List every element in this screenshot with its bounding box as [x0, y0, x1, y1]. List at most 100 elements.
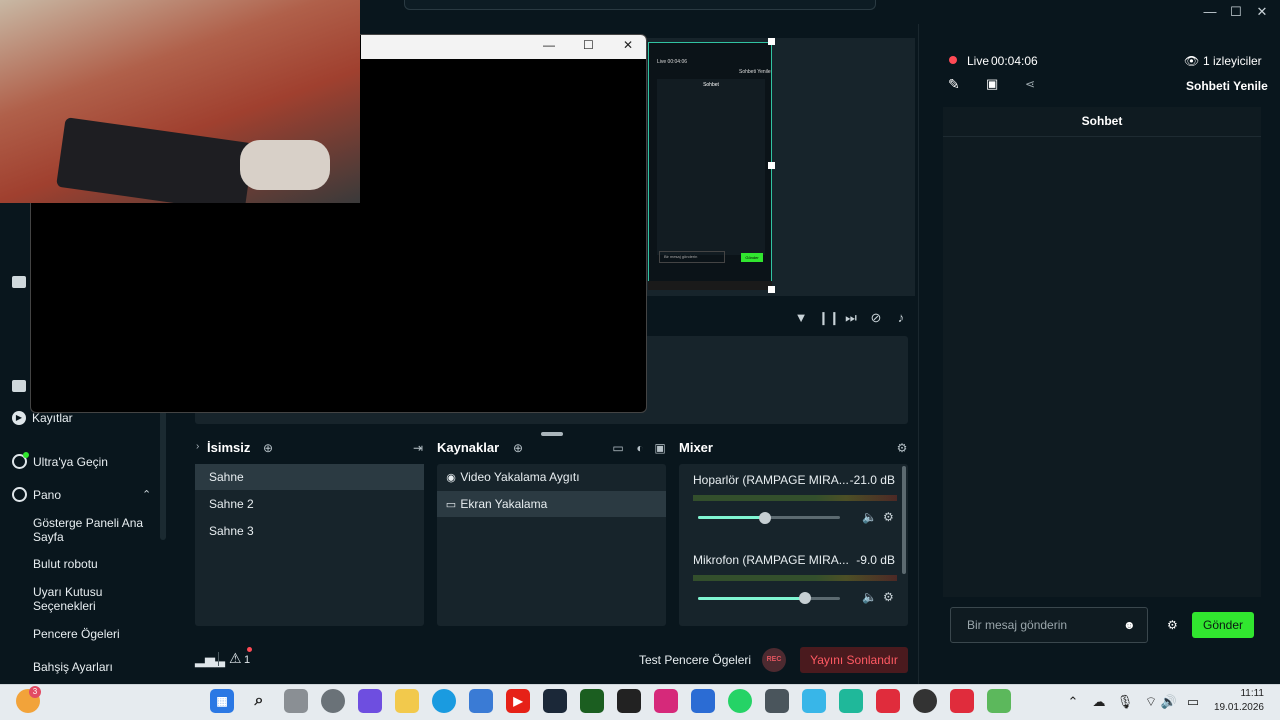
mixer-settings-gear-icon[interactable]: ⚙ — [894, 440, 910, 456]
send-button[interactable]: Gönder — [1192, 612, 1254, 638]
obs-icon[interactable] — [913, 689, 937, 713]
wifi-icon[interactable]: ⌔ — [1142, 694, 1160, 710]
edit-stream-info-icon[interactable]: ✎ — [948, 76, 960, 93]
popup-minimize-button[interactable]: — — [543, 38, 555, 52]
battery-icon[interactable]: ▭ — [1184, 694, 1202, 710]
task-view-icon[interactable] — [284, 689, 308, 713]
store-icon[interactable] — [12, 276, 26, 288]
sidebar-subitem-widgets[interactable]: Pencere Ögeleri — [33, 627, 153, 641]
minecraft-icon[interactable] — [987, 689, 1011, 713]
microphone-icon[interactable]: 🎙 — [1116, 694, 1134, 710]
camera-icon[interactable] — [765, 689, 789, 713]
source-hide-icon[interactable]: ◐ — [632, 440, 648, 456]
source-label: Video Yakalama Aygıtı — [460, 470, 580, 484]
sidebar-subitem-cloudbot[interactable]: Bulut robotu — [33, 557, 153, 571]
resize-handle[interactable] — [768, 162, 775, 169]
app-red-2-icon[interactable] — [950, 689, 974, 713]
instagram-icon[interactable] — [654, 689, 678, 713]
resize-handle[interactable] — [768, 286, 775, 293]
file-explorer-icon[interactable] — [395, 689, 419, 713]
search-icon[interactable]: ⌕ — [247, 689, 271, 713]
sidebar-subitem-alertbox[interactable]: Uyarı Kutusu Seçenekleri — [33, 585, 153, 613]
sidebar-subitem-tip-settings[interactable]: Bahşiş Ayarları — [33, 660, 153, 674]
sidebar-subitem-dashboard-home[interactable]: Gösterge Paneli Ana Sayfa — [33, 516, 153, 544]
scenes-title[interactable]: İsimsiz — [207, 440, 250, 455]
rec-button[interactable]: REC — [762, 648, 786, 672]
copilot-icon[interactable] — [358, 689, 382, 713]
outlook-icon[interactable] — [691, 689, 715, 713]
clock-date[interactable]: 19.01.2026 — [1208, 702, 1264, 713]
mixer-scrollbar[interactable] — [902, 466, 906, 574]
maximize-button[interactable]: ☐ — [1226, 2, 1246, 22]
filter-icon[interactable]: ▼ — [793, 310, 809, 326]
refresh-chat-button[interactable]: Sohbeti Yenile — [1186, 79, 1268, 93]
windows-start-icon[interactable]: ▦ — [210, 689, 234, 713]
resize-handle[interactable] — [768, 38, 775, 45]
popup-titlebar[interactable]: — ☐ ✕ — [361, 35, 646, 59]
close-button[interactable]: ✕ — [1252, 2, 1272, 22]
mixer-channel-name: Hoparlör (RAMPAGE MIRA... — [693, 473, 849, 487]
chat-settings-gear-icon[interactable]: ⚙ — [1167, 618, 1178, 632]
chat-input[interactable]: Bir mesaj gönderin — [950, 607, 1148, 643]
chat-messages[interactable] — [943, 137, 1261, 597]
sidebar-item-recordings[interactable]: ▶ Kayıtlar — [12, 411, 73, 425]
scene-collection-chevron-icon[interactable]: › — [196, 441, 199, 452]
channel-settings-gear-icon[interactable]: ⚙ — [883, 510, 894, 524]
preview-source-canvas[interactable]: Live 00:04:06 Sohbeti Yenile Sohbet Bir … — [648, 42, 772, 290]
chevron-up-icon[interactable]: ⌃ — [142, 488, 151, 501]
sidebar-item-ultra[interactable]: Ultra'ya Geçin — [12, 452, 108, 469]
eye-icon: 👁 — [1184, 54, 1200, 68]
mute-alerts-icon[interactable]: ⊘ — [868, 310, 884, 326]
youtube-icon[interactable]: ▶ — [506, 689, 530, 713]
whatsapp-icon[interactable] — [728, 689, 752, 713]
minimize-button[interactable]: — — [1200, 2, 1220, 22]
game-app-icon[interactable] — [580, 689, 604, 713]
skip-icon[interactable]: ⏭ — [843, 310, 859, 326]
source-item[interactable]: ◉ Video Yakalama Aygıtı — [437, 464, 666, 490]
onedrive-icon[interactable]: ☁ — [1090, 694, 1108, 710]
scene-item[interactable]: Sahne 3 — [195, 518, 424, 544]
volume-tray-icon[interactable]: 🔊 — [1160, 694, 1178, 710]
end-stream-button[interactable]: Yayını Sonlandır — [800, 647, 908, 673]
alert-warning-icon[interactable]: ⚠ — [229, 650, 242, 667]
streamlabs-icon[interactable] — [839, 689, 863, 713]
channel-settings-gear-icon[interactable]: ⚙ — [883, 590, 894, 604]
tray-chevron-up-icon[interactable]: ⌃ — [1064, 694, 1082, 710]
sidebar-item-dashboard[interactable]: Pano — [12, 487, 61, 502]
clip-icon[interactable]: ▣ — [986, 76, 998, 92]
scene-item[interactable]: Sahne — [195, 464, 424, 490]
pause-icon[interactable]: ❙❙ — [818, 310, 840, 326]
share-icon[interactable]: ⋖ — [1025, 77, 1035, 91]
test-widgets-button[interactable]: Test Pencere Ögeleri — [639, 653, 751, 667]
speaker-icon[interactable]: 🔈 — [862, 510, 877, 524]
viewer-count: 1 izleyiciler — [1203, 54, 1262, 68]
steam-icon[interactable] — [543, 689, 567, 713]
volume-icon[interactable]: ♪ — [893, 310, 909, 326]
clapper-icon[interactable] — [12, 380, 26, 392]
clock-time[interactable]: 11:11 — [1214, 688, 1264, 699]
collapse-dock-icon[interactable]: ⇥ — [410, 440, 426, 456]
popup-maximize-button[interactable]: ☐ — [583, 38, 594, 52]
dock-resize-handle[interactable] — [541, 432, 563, 436]
source-screen-icon[interactable]: ▭ — [610, 440, 626, 456]
search-bar[interactable] — [404, 0, 876, 10]
settings-gear-icon[interactable] — [321, 689, 345, 713]
add-source-icon[interactable]: ⊕ — [510, 440, 526, 456]
volume-meter — [693, 575, 897, 581]
volume-slider-knob[interactable] — [798, 592, 811, 604]
store-icon[interactable] — [469, 689, 493, 713]
app-red-icon[interactable] — [876, 689, 900, 713]
performance-stats-icon[interactable]: ▂▅▃ — [195, 652, 225, 668]
sources-title: Kaynaklar — [437, 440, 500, 455]
speaker-icon[interactable]: 🔈 — [862, 590, 877, 604]
volume-slider-knob[interactable] — [758, 512, 771, 524]
source-item[interactable]: ▭ Ekran Yakalama — [437, 491, 666, 517]
add-folder-icon[interactable]: ▣ — [652, 440, 668, 456]
emoji-icon[interactable]: ☻ — [1123, 618, 1136, 632]
epic-games-icon[interactable] — [617, 689, 641, 713]
edge-browser-icon[interactable] — [432, 689, 456, 713]
notepad-icon[interactable] — [802, 689, 826, 713]
popup-close-button[interactable]: ✕ — [623, 38, 633, 52]
scene-item[interactable]: Sahne 2 — [195, 491, 424, 517]
add-scene-icon[interactable]: ⊕ — [260, 440, 276, 456]
